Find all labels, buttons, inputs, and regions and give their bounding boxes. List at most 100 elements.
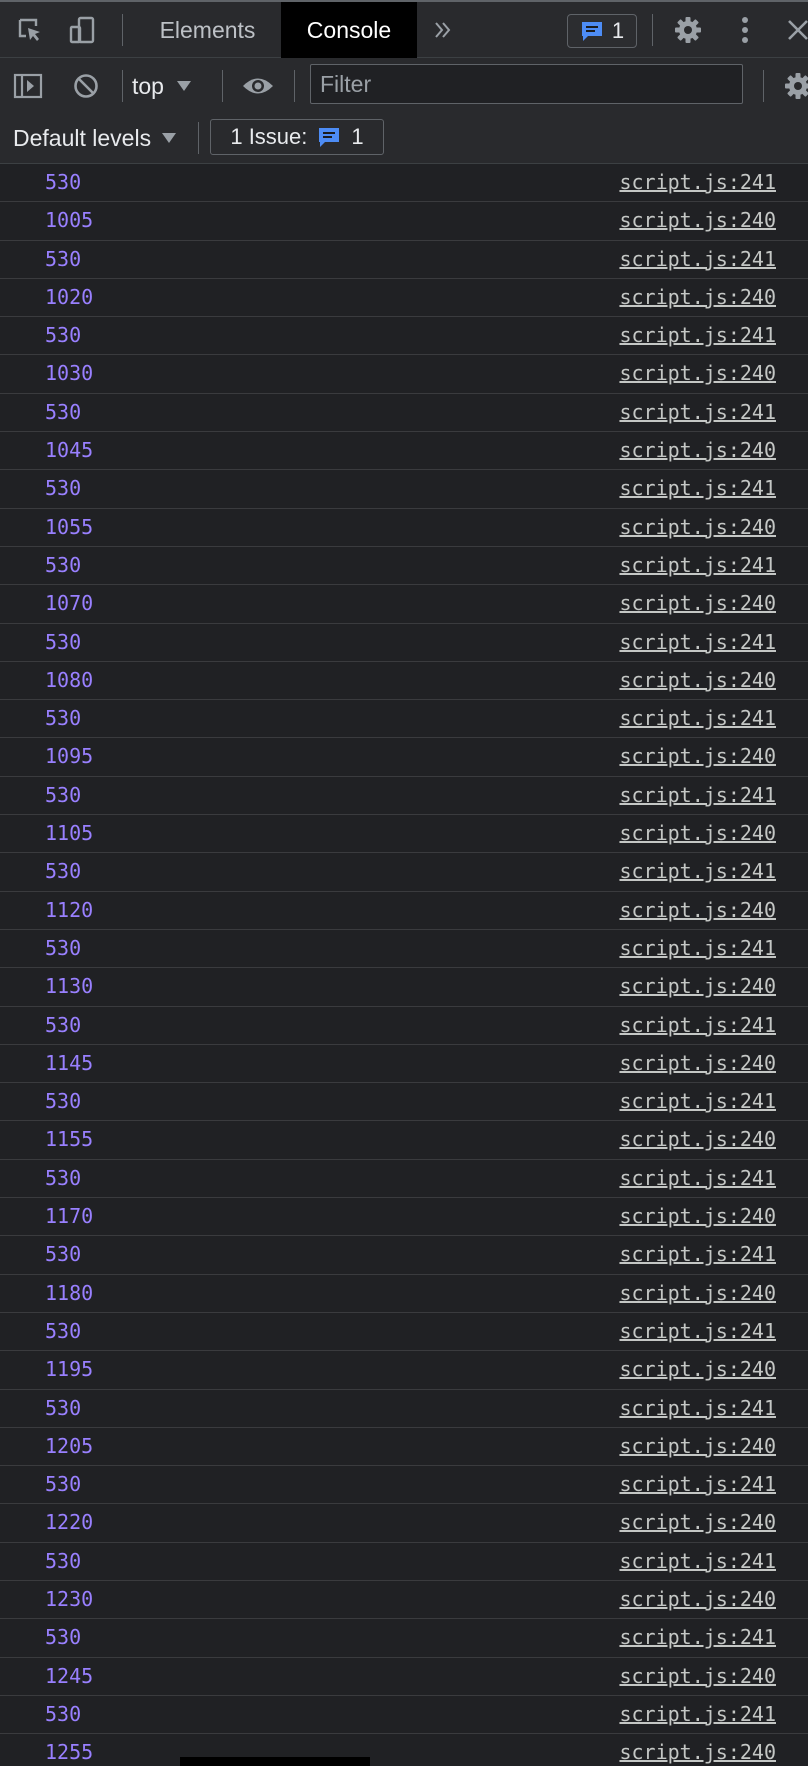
settings-gear-icon[interactable]	[670, 12, 706, 48]
source-link[interactable]: script.js:240	[619, 1357, 776, 1381]
source-link[interactable]: script.js:240	[619, 1587, 776, 1611]
console-message-value: 530	[45, 476, 82, 501]
source-link[interactable]: script.js:241	[619, 1702, 776, 1726]
console-message-row: 1095 script.js:240	[0, 738, 808, 777]
console-message-value: 1095	[45, 744, 94, 769]
console-message-value: 1220	[45, 1510, 94, 1535]
console-message-row: 530 script.js:241	[0, 470, 808, 509]
console-message-row: 530 script.js:241	[0, 930, 808, 969]
console-message-row: 530 script.js:241	[0, 547, 808, 586]
device-toolbar-icon[interactable]	[64, 12, 100, 48]
source-link[interactable]: script.js:241	[619, 630, 776, 654]
source-link[interactable]: script.js:241	[619, 553, 776, 577]
source-link[interactable]: script.js:241	[619, 706, 776, 730]
live-expression-eye-icon[interactable]	[240, 68, 276, 104]
more-tabs-chevron-icon[interactable]	[425, 10, 461, 50]
source-link[interactable]: script.js:240	[619, 1281, 776, 1305]
console-message-row: 1155 script.js:240	[0, 1121, 808, 1160]
console-message-value: 530	[45, 1472, 82, 1497]
console-message-value: 1080	[45, 667, 94, 692]
issues-counter-button[interactable]: 1	[567, 14, 637, 48]
issues-button-count: 1	[351, 124, 364, 149]
clear-console-icon[interactable]	[68, 68, 104, 104]
source-link[interactable]: script.js:241	[619, 1625, 776, 1649]
console-message-row: 530 script.js:241	[0, 241, 808, 279]
toolbar-divider	[763, 70, 764, 102]
source-link[interactable]: script.js:240	[619, 744, 776, 768]
console-message-row: 530 script.js:241	[0, 700, 808, 739]
source-link[interactable]: script.js:240	[619, 361, 776, 385]
toolbar-divider	[294, 70, 295, 102]
source-link[interactable]: script.js:240	[619, 821, 776, 845]
source-link[interactable]: script.js:241	[619, 1166, 776, 1190]
console-message-value: 1170	[45, 1204, 94, 1229]
execution-context-value: top	[132, 72, 164, 99]
source-link[interactable]: script.js:241	[619, 783, 776, 807]
console-message-row: 1145 script.js:240	[0, 1045, 808, 1084]
source-link[interactable]: script.js:241	[619, 1319, 776, 1343]
source-link[interactable]: script.js:240	[619, 438, 776, 462]
source-link[interactable]: script.js:240	[619, 898, 776, 922]
source-link[interactable]: script.js:241	[619, 400, 776, 424]
inspect-element-icon[interactable]	[12, 12, 48, 48]
filter-input[interactable]: Filter	[310, 64, 743, 104]
console-message-row: 530 script.js:241	[0, 1696, 808, 1735]
toolbar-divider	[122, 14, 123, 46]
console-message-value: 1245	[45, 1663, 94, 1688]
source-link[interactable]: script.js:241	[619, 247, 776, 271]
source-link[interactable]: script.js:241	[619, 1396, 776, 1420]
source-link[interactable]: script.js:240	[619, 1051, 776, 1075]
close-devtools-icon[interactable]	[780, 12, 808, 48]
source-link[interactable]: script.js:240	[619, 668, 776, 692]
console-message-value: 530	[45, 1701, 82, 1726]
devtools-main-toolbar: Elements Console 1	[0, 0, 808, 58]
source-link[interactable]: script.js:241	[619, 1089, 776, 1113]
issues-button[interactable]: 1 Issue: 1	[210, 119, 384, 155]
source-link[interactable]: script.js:241	[619, 476, 776, 500]
source-link[interactable]: script.js:241	[619, 1242, 776, 1266]
console-message-value: 530	[45, 935, 82, 960]
source-link[interactable]: script.js:240	[619, 208, 776, 232]
horizontal-scrollbar[interactable]	[180, 1757, 370, 1766]
console-message-row: 1055 script.js:240	[0, 509, 808, 547]
source-link[interactable]: script.js:240	[619, 1434, 776, 1458]
console-message-value: 530	[45, 323, 82, 348]
log-levels-dropdown[interactable]: Default levels	[13, 123, 177, 153]
console-message-value: 530	[45, 859, 82, 884]
console-message-row: 1120 script.js:240	[0, 892, 808, 930]
source-link[interactable]: script.js:240	[619, 285, 776, 309]
source-link[interactable]: script.js:240	[619, 1510, 776, 1534]
console-message-row: 530 script.js:241	[0, 1160, 808, 1199]
source-link[interactable]: script.js:241	[619, 859, 776, 883]
console-message-value: 1030	[45, 361, 94, 386]
source-link[interactable]: script.js:240	[619, 1204, 776, 1228]
console-settings-gear-icon[interactable]	[780, 68, 808, 104]
more-options-kebab-icon[interactable]	[727, 12, 763, 48]
console-message-value: 1255	[45, 1740, 94, 1765]
tab-elements[interactable]: Elements	[140, 2, 275, 58]
source-link[interactable]: script.js:240	[619, 1127, 776, 1151]
console-message-value: 1205	[45, 1433, 94, 1458]
console-message-row: 1130 script.js:240	[0, 968, 808, 1007]
source-link[interactable]: script.js:240	[619, 591, 776, 615]
console-message-value: 530	[45, 1089, 82, 1114]
source-link[interactable]: script.js:240	[619, 974, 776, 998]
source-link[interactable]: script.js:240	[619, 1740, 776, 1764]
console-message-row: 1220 script.js:240	[0, 1504, 808, 1543]
source-link[interactable]: script.js:240	[619, 515, 776, 539]
source-link[interactable]: script.js:241	[619, 170, 776, 194]
console-message-row: 530 script.js:241	[0, 1390, 808, 1428]
show-sidebar-icon[interactable]	[10, 68, 46, 104]
source-link[interactable]: script.js:241	[619, 1013, 776, 1037]
console-message-value: 1195	[45, 1357, 94, 1382]
execution-context-select[interactable]: top	[132, 70, 192, 102]
source-link[interactable]: script.js:241	[619, 1549, 776, 1573]
console-message-row: 530 script.js:241	[0, 1543, 808, 1581]
console-message-value: 530	[45, 1625, 82, 1650]
tab-console[interactable]: Console	[281, 2, 417, 58]
source-link[interactable]: script.js:240	[619, 1664, 776, 1688]
source-link[interactable]: script.js:241	[619, 1472, 776, 1496]
console-message-row: 1205 script.js:240	[0, 1428, 808, 1467]
source-link[interactable]: script.js:241	[619, 323, 776, 347]
source-link[interactable]: script.js:241	[619, 936, 776, 960]
